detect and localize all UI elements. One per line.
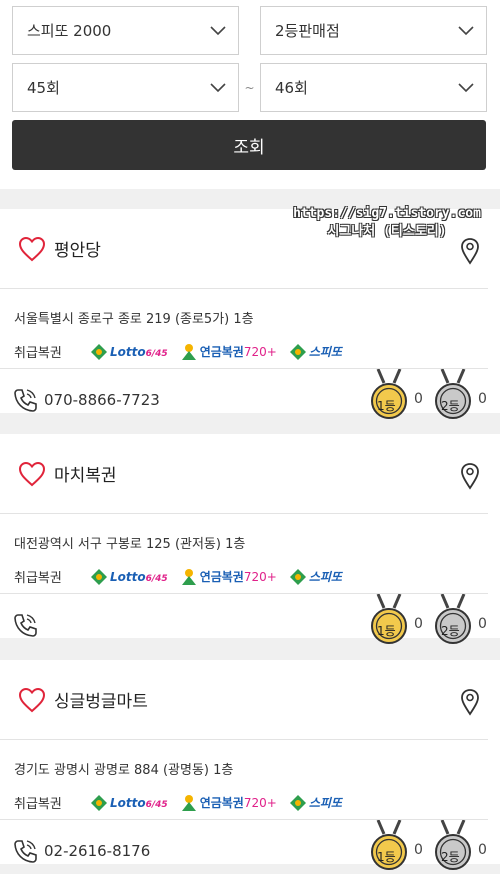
phone-icon[interactable] <box>12 838 38 864</box>
pension-mark-icon <box>181 343 196 360</box>
heart-icon[interactable] <box>18 461 46 487</box>
search-button[interactable]: 조회 <box>12 120 486 170</box>
gold-medal-label: 1등 <box>377 624 396 638</box>
round-to-select[interactable]: 46회 <box>260 63 487 112</box>
map-pin-icon[interactable] <box>460 688 480 716</box>
speetto-mark-icon <box>289 794 306 811</box>
lotto-mark-icon <box>91 794 107 811</box>
phone-icon[interactable] <box>12 612 38 638</box>
lotto-mark-icon <box>91 568 107 585</box>
speetto-logo: 스피또 <box>289 343 342 361</box>
heart-icon[interactable] <box>18 236 46 262</box>
kinds-label: 취급복권 <box>14 797 62 812</box>
second-prize-count: 0 <box>478 842 487 858</box>
lotto-logo: Lotto6/45 <box>90 568 168 586</box>
store-name[interactable]: 평안당 <box>54 236 101 261</box>
map-pin-icon[interactable] <box>460 237 480 265</box>
round-from-select[interactable]: 45회 <box>12 63 239 112</box>
speetto-mark-icon <box>289 343 306 360</box>
heart-icon[interactable] <box>18 687 46 713</box>
chevron-down-icon <box>210 25 226 35</box>
lottery-kinds: 취급복권 Lotto6/45 연금복권720+ 스피또 <box>0 780 488 820</box>
store-address: 대전광역시 서구 구봉로 125 (관저동) 1층 <box>14 537 246 552</box>
watermark-title: 시그나처 (티스토리) <box>327 224 447 239</box>
store-address: 서울특별시 종로구 종로 219 (종로5가) 1층 <box>14 312 254 327</box>
silver-medal-label: 2등 <box>441 850 460 864</box>
pension-logo: 연금복권720+ <box>180 794 277 812</box>
store-name[interactable]: 마치복권 <box>54 461 117 486</box>
second-prize-count: 0 <box>478 616 487 632</box>
filter-panel: 스피또 2000 2등판매점 45회 ~ 46회 조회 <box>0 0 500 189</box>
lottery-kinds: 취급복권 Lotto6/45 연금복권720+ 스피또 <box>0 329 488 369</box>
chevron-down-icon <box>458 25 474 35</box>
pension-logo: 연금복권720+ <box>180 343 277 361</box>
watermark-url: https://sig7.tistory.com <box>293 206 481 221</box>
gold-medal-label: 1등 <box>377 850 396 864</box>
silver-medal-label: 2등 <box>441 399 460 413</box>
lotto-logo: Lotto6/45 <box>90 343 168 361</box>
store-card: 마치복권 대전광역시 서구 구봉로 125 (관저동) 1층 취급복권 Lott… <box>0 434 500 644</box>
store-name[interactable]: 싱글벙글마트 <box>54 687 148 712</box>
speetto-logo: 스피또 <box>289 794 342 812</box>
store-phone[interactable]: 02-2616-8176 <box>44 842 150 860</box>
store-card: 싱글벙글마트 경기도 광명시 광명로 884 (광명동) 1층 취급복권 Lot… <box>0 660 500 870</box>
store-phone[interactable]: 070-8866-7723 <box>44 391 160 409</box>
kinds-label: 취급복권 <box>14 346 62 361</box>
rank-select[interactable]: 2등판매점 <box>260 6 487 55</box>
speetto-logo: 스피또 <box>289 568 342 586</box>
chevron-down-icon <box>210 82 226 92</box>
phone-icon[interactable] <box>12 387 38 413</box>
map-pin-icon[interactable] <box>460 462 480 490</box>
round-from-value: 45회 <box>27 79 60 97</box>
lotto-mark-icon <box>91 343 107 360</box>
pension-logo: 연금복권720+ <box>180 568 277 586</box>
first-prize-count: 0 <box>414 842 423 858</box>
kinds-label: 취급복권 <box>14 571 62 586</box>
speetto-mark-icon <box>289 568 306 585</box>
lotto-logo: Lotto6/45 <box>90 794 168 812</box>
lottery-kinds: 취급복권 Lotto6/45 연금복권720+ 스피또 <box>0 554 488 594</box>
round-to-value: 46회 <box>275 79 308 97</box>
range-separator: ~ <box>244 80 255 95</box>
game-select-value: 스피또 2000 <box>27 22 112 40</box>
rank-select-value: 2등판매점 <box>275 22 340 40</box>
game-select[interactable]: 스피또 2000 <box>12 6 239 55</box>
second-prize-count: 0 <box>478 391 487 407</box>
store-address: 경기도 광명시 광명로 884 (광명동) 1층 <box>14 763 234 778</box>
chevron-down-icon <box>458 82 474 92</box>
watermark: https://sig7.tistory.com 시그나처 (티스토리) <box>292 205 482 241</box>
gold-medal-label: 1등 <box>377 399 396 413</box>
first-prize-count: 0 <box>414 616 423 632</box>
pension-mark-icon <box>181 794 196 811</box>
first-prize-count: 0 <box>414 391 423 407</box>
silver-medal-label: 2등 <box>441 624 460 638</box>
pension-mark-icon <box>181 568 196 585</box>
